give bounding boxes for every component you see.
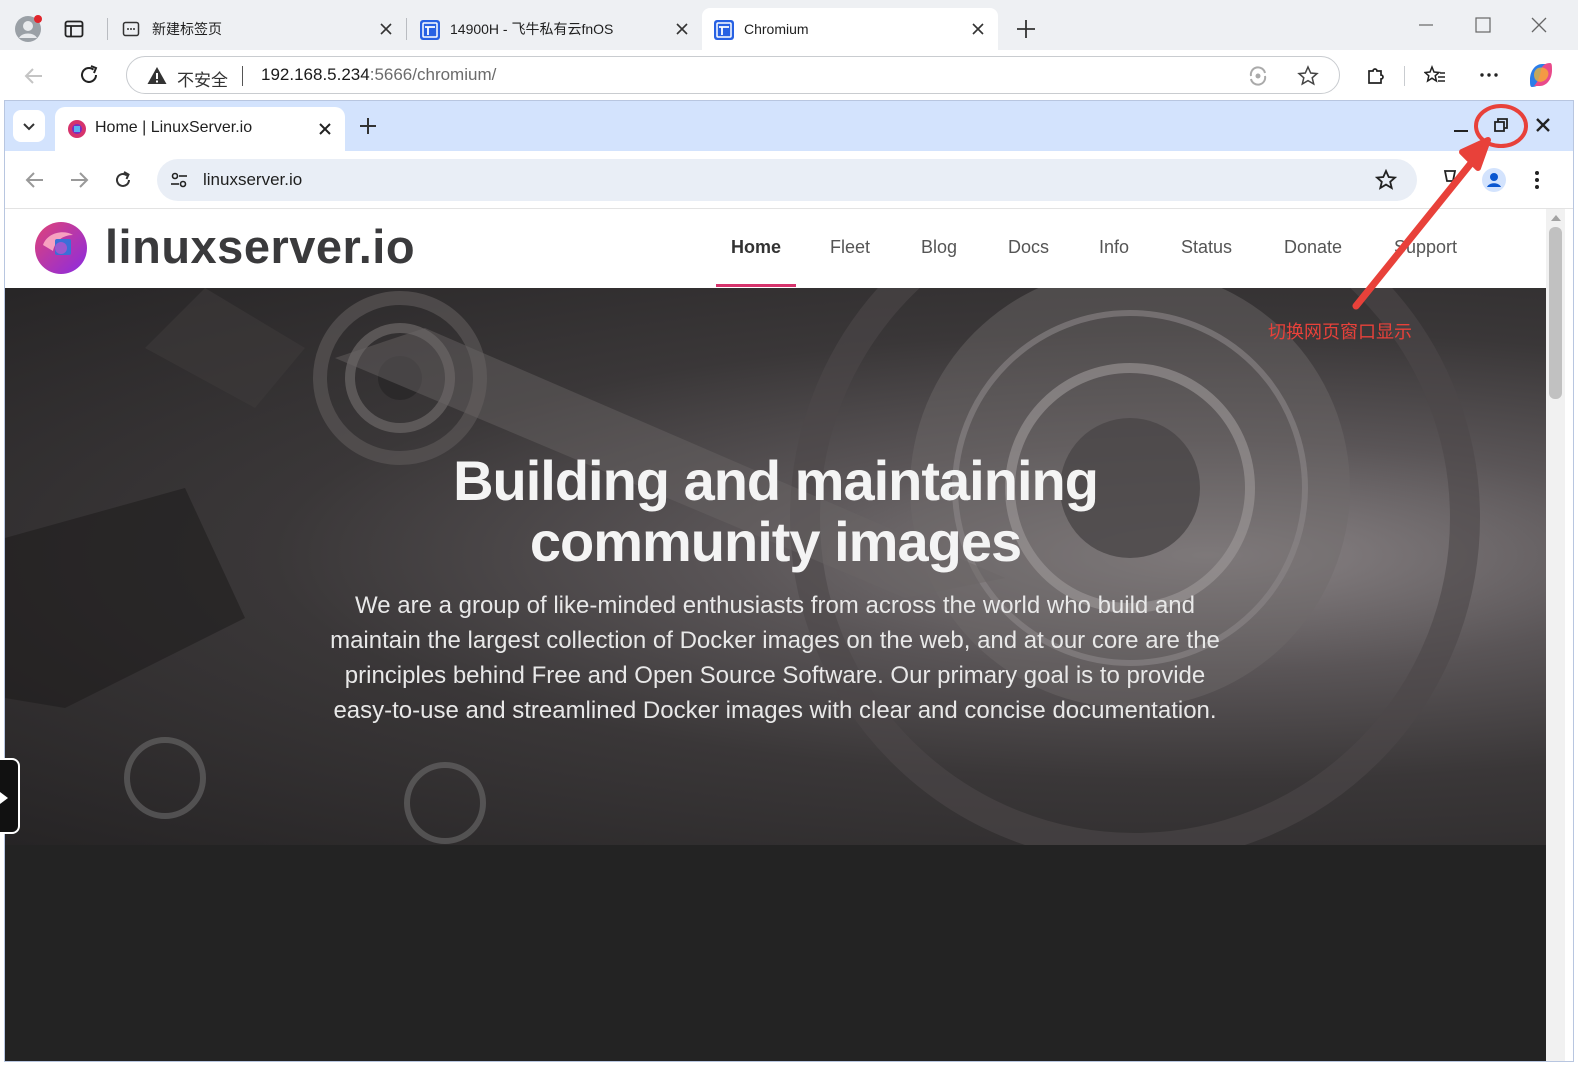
site-navbar: linuxserver.io Home Fleet Blog Docs Info… <box>5 209 1546 288</box>
window-maximize-button[interactable] <box>1474 16 1492 34</box>
inner-url[interactable]: linuxserver.io <box>203 170 302 190</box>
outer-tab-fnos[interactable]: 14900H - 飞牛私有云fnOS <box>408 8 702 50</box>
page-scrollbar[interactable] <box>1546 209 1565 1061</box>
hero-section: Building and maintaining community image… <box>5 288 1546 845</box>
back-button[interactable] <box>23 168 47 192</box>
profile-icon[interactable] <box>1481 167 1507 193</box>
hero-description-line: We are a group of like-minded enthusiast… <box>355 592 1195 619</box>
more-menu-icon[interactable] <box>1478 64 1500 86</box>
restore-window-button[interactable] <box>1491 115 1511 135</box>
active-nav-indicator <box>716 284 796 287</box>
nav-donate[interactable]: Donate <box>1284 237 1342 258</box>
outer-tab-title: Chromium <box>744 21 809 37</box>
read-aloud-icon[interactable] <box>1247 65 1269 87</box>
inner-address-bar[interactable]: linuxserver.io <box>157 159 1417 201</box>
reload-button[interactable] <box>111 168 135 192</box>
inner-toolbar: linuxserver.io <box>5 151 1573 209</box>
security-label[interactable]: 不安全 <box>177 66 228 91</box>
linuxserver-logo-icon[interactable] <box>33 221 89 275</box>
reload-button[interactable] <box>77 63 101 87</box>
fnos-icon <box>420 20 440 40</box>
url-host: 192.168.5.234 <box>261 65 370 84</box>
nav-docs[interactable]: Docs <box>1008 237 1049 258</box>
fnos-icon <box>714 20 734 40</box>
extension-icon[interactable] <box>1441 169 1459 191</box>
linuxserver-favicon <box>67 119 87 139</box>
forward-button[interactable] <box>67 168 91 192</box>
close-icon[interactable] <box>315 119 335 139</box>
nav-home[interactable]: Home <box>731 237 781 258</box>
site-logo-text[interactable]: linuxserver.io <box>105 219 415 274</box>
hero-description-line: easy-to-use and streamlined Docker image… <box>333 697 1217 724</box>
bookmark-star-icon[interactable] <box>1375 169 1397 191</box>
nav-fleet[interactable]: Fleet <box>830 237 870 258</box>
inner-tab-strip: Home | LinuxServer.io <box>5 101 1573 151</box>
window-minimize-button[interactable] <box>1416 14 1436 34</box>
hero-description: We are a group of like-minded enthusiast… <box>275 588 1275 728</box>
chrome-menu-icon[interactable] <box>1527 168 1547 192</box>
extensions-icon[interactable] <box>1364 64 1386 86</box>
outer-tab-new-tab[interactable]: 新建标签页 <box>110 8 406 50</box>
favorite-star-icon[interactable] <box>1297 65 1319 87</box>
outer-address-bar[interactable]: 不安全 192.168.5.234:5666/chromium/ <box>126 56 1340 94</box>
nav-blog[interactable]: Blog <box>921 237 957 258</box>
outer-tab-title: 新建标签页 <box>152 21 222 37</box>
close-window-button[interactable] <box>1533 115 1553 135</box>
side-panel-handle[interactable] <box>0 758 20 834</box>
copilot-icon[interactable] <box>1526 60 1556 90</box>
close-icon[interactable] <box>672 19 692 39</box>
workspaces-icon[interactable] <box>64 19 84 39</box>
inner-chromium-window: Home | LinuxServer.io linuxserver.io lin… <box>4 100 1574 1062</box>
favorites-icon[interactable] <box>1424 64 1446 86</box>
close-icon[interactable] <box>376 19 396 39</box>
outer-url[interactable]: 192.168.5.234:5666/chromium/ <box>261 65 496 85</box>
profile-avatar[interactable] <box>14 15 42 43</box>
window-close-button[interactable] <box>1530 16 1548 34</box>
outer-toolbar: 不安全 192.168.5.234:5666/chromium/ <box>0 50 1578 100</box>
nav-status[interactable]: Status <box>1181 237 1232 258</box>
hero-description-line: maintain the largest collection of Docke… <box>330 627 1220 654</box>
new-tab-button[interactable] <box>357 115 379 137</box>
new-tab-icon <box>122 20 140 38</box>
scrollbar-thumb[interactable] <box>1549 227 1562 399</box>
scroll-up-arrow[interactable] <box>1551 213 1561 221</box>
hero-title-line-2: community images <box>529 510 1022 573</box>
annotation-label: 切换网页窗口显示 <box>1268 322 1412 343</box>
hero-title: Building and maintaining community image… <box>5 450 1546 572</box>
minimize-button[interactable] <box>1451 117 1471 137</box>
tab-search-button[interactable] <box>13 110 45 142</box>
outer-tab-title: 14900H - 飞牛私有云fnOS <box>450 21 614 37</box>
hero-description-line: principles behind Free and Open Source S… <box>344 662 1206 689</box>
close-icon[interactable] <box>968 19 988 39</box>
nav-support[interactable]: Support <box>1394 237 1457 258</box>
outer-tab-chromium[interactable]: Chromium <box>702 8 998 50</box>
inner-tab-title: Home | LinuxServer.io <box>95 119 253 136</box>
hero-title-line-1: Building and maintaining <box>453 449 1099 512</box>
site-settings-icon[interactable] <box>169 170 189 190</box>
new-tab-button[interactable] <box>1015 18 1037 40</box>
url-rest: :5666/chromium/ <box>369 65 497 84</box>
inner-tab-home[interactable]: Home | LinuxServer.io <box>55 107 345 151</box>
back-button[interactable] <box>22 64 46 88</box>
warning-icon[interactable] <box>147 66 167 86</box>
nav-info[interactable]: Info <box>1099 237 1129 258</box>
